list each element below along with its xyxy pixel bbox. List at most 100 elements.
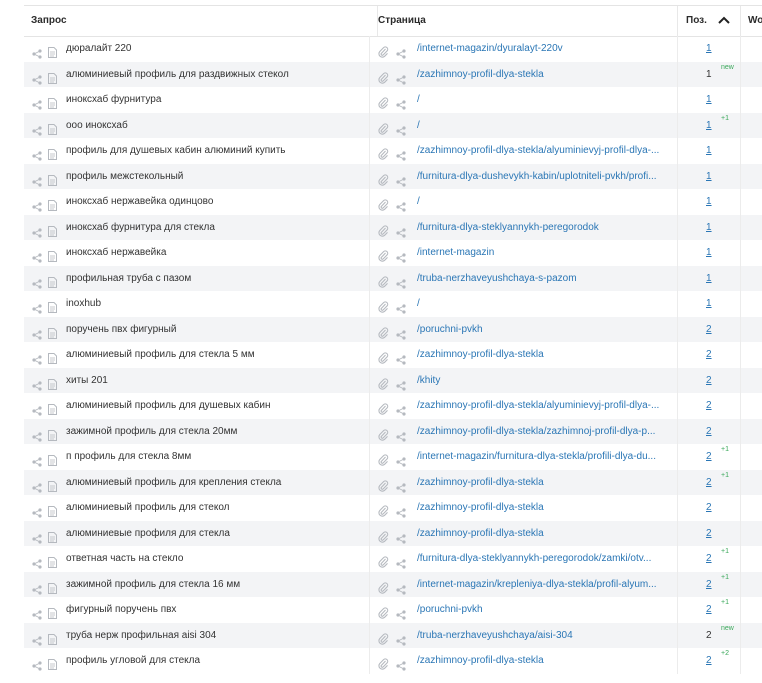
position-value[interactable]: 2 xyxy=(706,317,712,343)
page-url-link[interactable]: /zazhimnoy-profil-dlya-stekla xyxy=(417,342,672,368)
paperclip-icon[interactable] xyxy=(378,426,389,441)
document-icon[interactable] xyxy=(48,324,57,339)
share-icon[interactable] xyxy=(396,503,406,518)
column-header-query[interactable]: Запрос xyxy=(31,6,366,36)
position-value[interactable]: 2 xyxy=(706,572,712,598)
share-icon[interactable] xyxy=(32,376,42,391)
share-icon[interactable] xyxy=(396,656,406,671)
document-icon[interactable] xyxy=(48,43,57,58)
paperclip-icon[interactable] xyxy=(378,553,389,568)
share-icon[interactable] xyxy=(396,427,406,442)
page-url-link[interactable]: /zazhimnoy-profil-dlya-stekla/alyuminiev… xyxy=(417,393,672,419)
column-header-page[interactable]: Страница xyxy=(377,6,678,36)
column-header-position[interactable]: Поз. xyxy=(677,6,740,36)
share-icon[interactable] xyxy=(32,146,42,161)
chevron-up-icon[interactable] xyxy=(717,16,730,24)
share-icon[interactable] xyxy=(396,172,406,187)
share-icon[interactable] xyxy=(396,350,406,365)
document-icon[interactable] xyxy=(48,94,57,109)
share-icon[interactable] xyxy=(32,631,42,646)
share-icon[interactable] xyxy=(396,44,406,59)
column-header-wo[interactable]: Wo xyxy=(740,6,762,36)
page-url-link[interactable]: /internet-magazin xyxy=(417,240,672,266)
share-icon[interactable] xyxy=(396,299,406,314)
paperclip-icon[interactable] xyxy=(378,94,389,109)
page-url-link[interactable]: /zazhimnoy-profil-dlya-stekla/zazhimnoj-… xyxy=(417,419,672,445)
page-url-link[interactable]: /truba-nerzhaveyushchaya-s-pazom xyxy=(417,266,672,292)
page-url-link[interactable]: /zazhimnoy-profil-dlya-stekla xyxy=(417,648,672,674)
paperclip-icon[interactable] xyxy=(378,451,389,466)
document-icon[interactable] xyxy=(48,477,57,492)
share-icon[interactable] xyxy=(396,223,406,238)
position-value[interactable]: 1 xyxy=(706,113,712,139)
share-icon[interactable] xyxy=(396,146,406,161)
share-icon[interactable] xyxy=(396,70,406,85)
page-url-link[interactable]: /zazhimnoy-profil-dlya-stekla/alyuminiev… xyxy=(417,138,672,164)
share-icon[interactable] xyxy=(32,172,42,187)
paperclip-icon[interactable] xyxy=(378,349,389,364)
position-value[interactable]: 2 xyxy=(706,495,712,521)
document-icon[interactable] xyxy=(48,222,57,237)
share-icon[interactable] xyxy=(32,197,42,212)
paperclip-icon[interactable] xyxy=(378,375,389,390)
share-icon[interactable] xyxy=(32,605,42,620)
page-url-link[interactable]: /khity xyxy=(417,368,672,394)
share-icon[interactable] xyxy=(32,401,42,416)
paperclip-icon[interactable] xyxy=(378,196,389,211)
page-url-link[interactable]: /internet-magazin/krepleniya-dlya-stekla… xyxy=(417,572,672,598)
document-icon[interactable] xyxy=(48,451,57,466)
page-url-link[interactable]: /furnitura-dlya-steklyannykh-peregorodok… xyxy=(417,546,672,572)
document-icon[interactable] xyxy=(48,171,57,186)
document-icon[interactable] xyxy=(48,375,57,390)
share-icon[interactable] xyxy=(396,554,406,569)
position-value[interactable]: 1 xyxy=(706,240,712,266)
paperclip-icon[interactable] xyxy=(378,400,389,415)
document-icon[interactable] xyxy=(48,196,57,211)
page-url-link[interactable]: /internet-magazin/furnitura-dlya-stekla/… xyxy=(417,444,672,470)
share-icon[interactable] xyxy=(396,325,406,340)
document-icon[interactable] xyxy=(48,426,57,441)
share-icon[interactable] xyxy=(396,529,406,544)
share-icon[interactable] xyxy=(32,95,42,110)
share-icon[interactable] xyxy=(396,452,406,467)
page-url-link[interactable]: / xyxy=(417,189,672,215)
position-value[interactable]: 2 xyxy=(706,648,712,674)
position-value[interactable]: 2 xyxy=(706,393,712,419)
share-icon[interactable] xyxy=(396,605,406,620)
document-icon[interactable] xyxy=(48,630,57,645)
share-icon[interactable] xyxy=(396,631,406,646)
document-icon[interactable] xyxy=(48,400,57,415)
share-icon[interactable] xyxy=(396,274,406,289)
share-icon[interactable] xyxy=(32,44,42,59)
paperclip-icon[interactable] xyxy=(378,120,389,135)
position-value[interactable]: 2 xyxy=(706,470,712,496)
position-value[interactable]: 1 xyxy=(706,189,712,215)
position-value[interactable]: 2 xyxy=(706,521,712,547)
position-value[interactable]: 1 xyxy=(706,291,712,317)
paperclip-icon[interactable] xyxy=(378,655,389,670)
position-value[interactable]: 2 xyxy=(706,342,712,368)
page-url-link[interactable]: /truba-nerzhaveyushchaya/aisi-304 xyxy=(417,623,672,649)
share-icon[interactable] xyxy=(32,427,42,442)
share-icon[interactable] xyxy=(32,70,42,85)
position-value[interactable]: 1 xyxy=(706,87,712,113)
share-icon[interactable] xyxy=(32,554,42,569)
document-icon[interactable] xyxy=(48,298,57,313)
share-icon[interactable] xyxy=(396,376,406,391)
document-icon[interactable] xyxy=(48,604,57,619)
paperclip-icon[interactable] xyxy=(378,604,389,619)
share-icon[interactable] xyxy=(396,197,406,212)
paperclip-icon[interactable] xyxy=(378,528,389,543)
page-url-link[interactable]: /poruchni-pvkh xyxy=(417,597,672,623)
paperclip-icon[interactable] xyxy=(378,477,389,492)
document-icon[interactable] xyxy=(48,247,57,262)
share-icon[interactable] xyxy=(32,223,42,238)
share-icon[interactable] xyxy=(396,248,406,263)
page-url-link[interactable]: /furnitura-dlya-dushevykh-kabin/uplotnit… xyxy=(417,164,672,190)
share-icon[interactable] xyxy=(32,350,42,365)
share-icon[interactable] xyxy=(32,274,42,289)
share-icon[interactable] xyxy=(396,478,406,493)
share-icon[interactable] xyxy=(32,452,42,467)
paperclip-icon[interactable] xyxy=(378,298,389,313)
share-icon[interactable] xyxy=(396,401,406,416)
